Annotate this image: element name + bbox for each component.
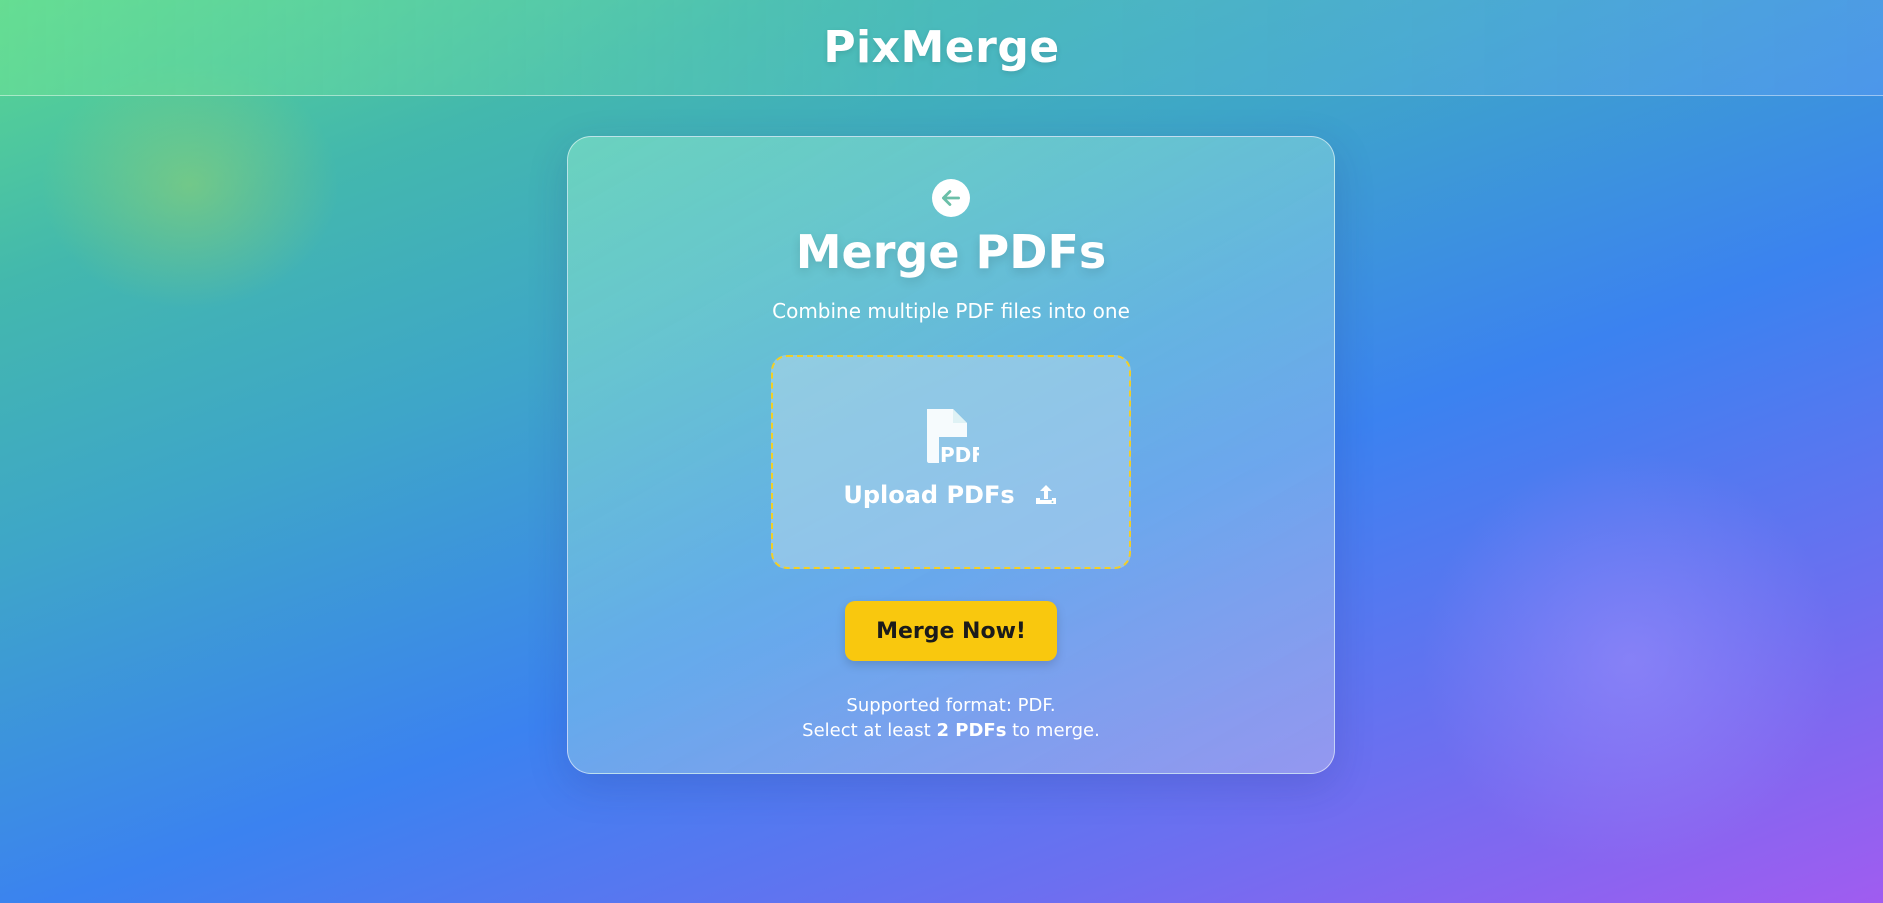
background-glow [1420, 450, 1840, 870]
min-files-text: Select at least 2 PDFs to merge. [802, 718, 1100, 743]
upload-dropzone[interactable]: PDF Upload PDFs [771, 355, 1131, 569]
supported-format-text: Supported format: PDF. [846, 695, 1056, 716]
min-files-suffix: to merge. [1006, 720, 1100, 741]
upload-icon [1035, 485, 1056, 504]
svg-text:PDF: PDF [940, 443, 979, 465]
min-files-prefix: Select at least [802, 720, 937, 741]
upload-label: Upload PDFs [843, 481, 1015, 509]
page-title: Merge PDFs [795, 225, 1107, 279]
back-button[interactable] [932, 179, 970, 217]
format-note: Supported format: PDF. Select at least 2… [802, 693, 1100, 743]
top-header: PixMerge [0, 0, 1883, 96]
page-subtitle: Combine multiple PDF files into one [772, 299, 1130, 323]
brand-logo-text[interactable]: PixMerge [823, 22, 1059, 73]
arrow-left-icon [942, 190, 960, 206]
min-files-count: 2 PDFs [936, 720, 1007, 741]
upload-label-row[interactable]: Upload PDFs [843, 481, 1058, 509]
background-glow [40, 60, 340, 310]
pdf-file-icon: PDF [927, 409, 979, 465]
merge-now-button[interactable]: Merge Now! [845, 601, 1057, 661]
merge-card: Merge PDFs Combine multiple PDF files in… [567, 136, 1335, 774]
